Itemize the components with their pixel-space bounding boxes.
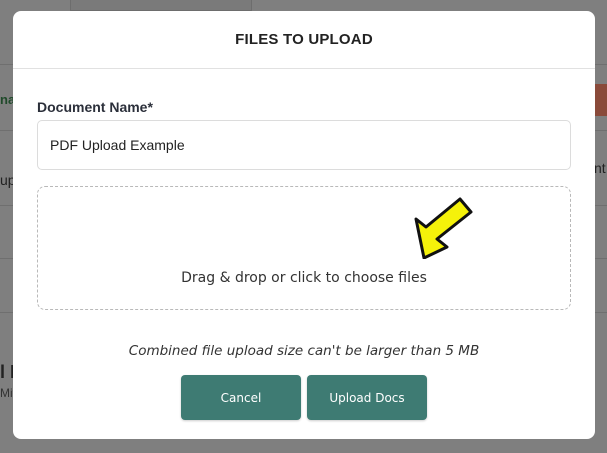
upload-modal: FILES TO UPLOAD Document Name* Drag & dr… bbox=[13, 11, 595, 439]
document-name-label: Document Name* bbox=[37, 99, 153, 115]
arrow-icon bbox=[414, 197, 473, 259]
background-top-element bbox=[70, 0, 252, 11]
upload-size-note: Combined file upload size can't be large… bbox=[128, 343, 480, 359]
modal-title: FILES TO UPLOAD bbox=[235, 31, 373, 48]
cancel-button[interactable]: Cancel bbox=[181, 375, 301, 420]
background-text-fragment: nt bbox=[594, 160, 606, 176]
upload-docs-button[interactable]: Upload Docs bbox=[307, 375, 427, 420]
dropzone-text: Drag & drop or click to choose files bbox=[181, 270, 427, 286]
modal-header: FILES TO UPLOAD bbox=[13, 11, 595, 69]
document-name-input[interactable] bbox=[37, 120, 571, 170]
file-dropzone[interactable]: Drag & drop or click to choose files bbox=[37, 186, 571, 310]
